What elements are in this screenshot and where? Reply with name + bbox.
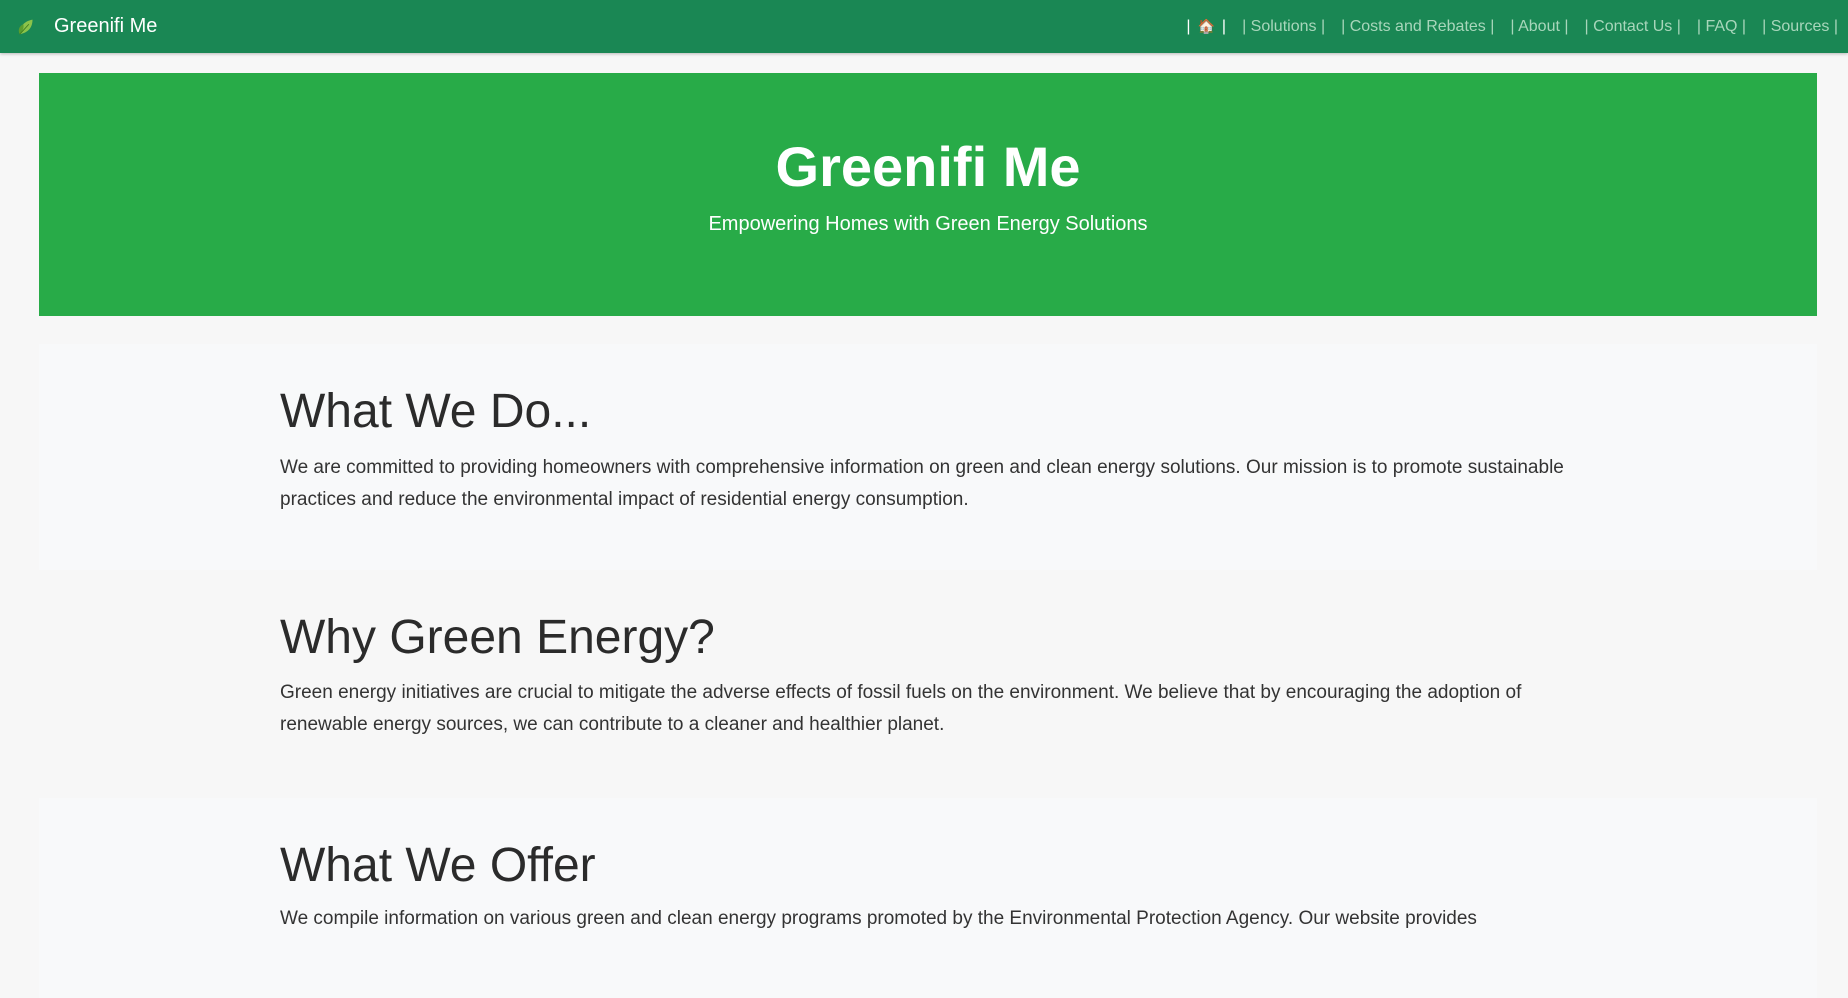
hero-subtitle: Empowering Homes with Green Energy Solut… [708, 213, 1148, 235]
brand-link[interactable]: Greenifi Me [16, 15, 157, 38]
section-body: We compile information on various green … [280, 908, 1477, 929]
section-heading: What We Offer [280, 839, 596, 892]
section-body: We are committed to providing homeowners… [280, 457, 1564, 510]
hero-title: Greenifi Me [775, 135, 1081, 198]
nav-home-link[interactable]: | 🏠 | [1186, 18, 1226, 36]
section-heading: Why Green Energy? [280, 611, 715, 664]
nav-item-about[interactable]: | About | [1510, 18, 1568, 36]
section-why-green-energy: Why Green Energy? Green energy initiativ… [39, 570, 1817, 798]
nav-home-separator-left: | [1186, 17, 1191, 35]
house-icon: 🏠 [1197, 18, 1215, 34]
section-what-we-do: What We Do... We are committed to provid… [39, 344, 1817, 570]
leaf-icon [18, 19, 33, 35]
section-heading: What We Do... [280, 385, 592, 438]
nav-item-contact-us[interactable]: | Contact Us | [1585, 18, 1681, 36]
section-body: Green energy initiatives are crucial to … [280, 682, 1522, 735]
hero-banner: Greenifi Me Empowering Homes with Green … [39, 73, 1817, 316]
main-nav: | 🏠 | | Solutions | | Costs and Rebates … [1186, 18, 1838, 36]
nav-item-faq[interactable]: | FAQ | [1697, 18, 1746, 36]
nav-item-solutions[interactable]: | Solutions | [1242, 18, 1325, 36]
top-navbar: Greenifi Me | 🏠 | | Solutions | | Costs … [0, 0, 1848, 53]
nav-item-costs-and-rebates[interactable]: | Costs and Rebates | [1341, 18, 1494, 36]
nav-home-separator-right: | [1221, 17, 1227, 35]
brand-name: Greenifi Me [54, 15, 158, 37]
nav-item-sources[interactable]: | Sources | [1762, 18, 1838, 36]
section-what-we-offer: What We Offer We compile information on … [39, 798, 1817, 998]
